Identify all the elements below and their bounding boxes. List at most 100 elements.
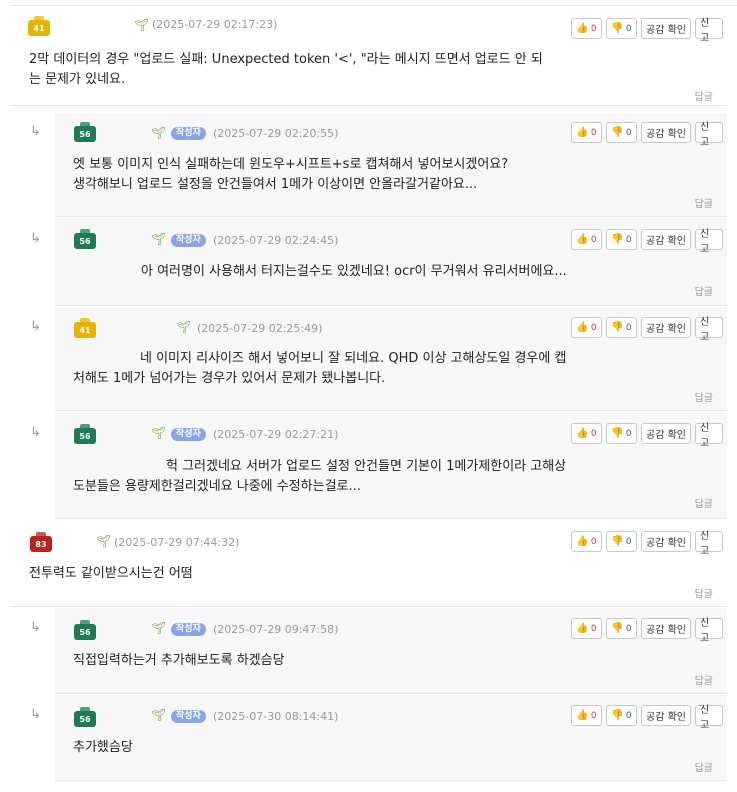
dislike-count: 0: [625, 127, 632, 138]
reply-link[interactable]: 답글: [695, 389, 713, 404]
reply-link[interactable]: 답글: [695, 672, 713, 687]
like-button[interactable]: 👍 0: [571, 705, 602, 726]
dislike-count: 0: [625, 428, 632, 439]
dislike-count: 0: [625, 710, 632, 721]
comment-date: (2025-07-29 02:27:21): [213, 428, 339, 441]
thumbs-up-icon: 👍: [576, 709, 589, 721]
like-button[interactable]: 👍 0: [571, 229, 602, 250]
reply-link[interactable]: 답글: [695, 88, 713, 103]
like-count: 0: [590, 127, 597, 138]
comment-text: 2막 데이터의 경우 "업로드 실패: Unexpected token '<'…: [29, 52, 543, 87]
reply-link[interactable]: 답글: [695, 283, 713, 298]
report-button[interactable]: 신고: [695, 531, 723, 557]
thumbs-up-icon: 👍: [576, 233, 589, 245]
reply-arrow-icon: ↳: [30, 319, 41, 334]
comment-date: (2025-07-29 02:25:49): [197, 322, 323, 335]
comment-section: 41 🌱︎ (2025-07-29 02:17:23) 👍 0 👎 0 공감 확인 …: [0, 0, 737, 792]
dislike-count: 0: [625, 234, 632, 245]
sprout-icon: 🌱︎: [176, 320, 192, 334]
author-badge: 작성자: [171, 623, 206, 636]
reply-item: 56 🌱︎ 작성자 (2025-07-29 02:24:45) 👍 0 👎 0 공감…: [55, 219, 727, 306]
agree-check-button[interactable]: 공감 확인: [641, 423, 691, 444]
thumbs-down-icon: 👎: [611, 427, 624, 439]
like-button[interactable]: 👍 0: [571, 122, 602, 143]
thumbs-down-icon: 👎: [611, 126, 624, 138]
agree-check-button[interactable]: 공감 확인: [641, 229, 691, 250]
reply-arrow-icon: ↳: [30, 425, 41, 440]
level-badge-icon: 56: [74, 620, 96, 640]
like-button[interactable]: 👍 0: [571, 317, 602, 338]
dislike-button[interactable]: 👎 0: [606, 122, 637, 143]
comment-actions: 👍 0 👎 0 공감 확인 신고: [571, 618, 723, 644]
comment-actions: 👍 0 👎 0 공감 확인 신고: [571, 423, 723, 449]
like-count: 0: [590, 23, 597, 34]
agree-check-button[interactable]: 공감 확인: [641, 705, 691, 726]
comment-date: (2025-07-29 02:20:55): [213, 127, 339, 140]
reply-arrow-icon: ↳: [30, 124, 41, 139]
dislike-button[interactable]: 👎 0: [606, 531, 637, 552]
reply-link[interactable]: 답글: [695, 585, 713, 600]
comment-actions: 👍 0 👎 0 공감 확인 신고: [571, 317, 723, 343]
author-badge: 작성자: [171, 127, 206, 140]
report-button[interactable]: 신고: [695, 423, 723, 449]
comment-date: (2025-07-29 09:47:58): [213, 623, 339, 636]
comment-actions: 👍 0 👎 0 공감 확인 신고: [571, 122, 723, 148]
report-button[interactable]: 신고: [695, 618, 723, 644]
like-button[interactable]: 👍 0: [571, 531, 602, 552]
divider: [10, 5, 737, 6]
reply-link[interactable]: 답글: [695, 495, 713, 510]
reply-item: 41 🌱︎ (2025-07-29 02:25:49) 👍 0 👎 0 공감 확인 …: [55, 307, 727, 411]
reply-item: 56 🌱︎ 작성자 (2025-07-29 02:20:55) 👍 0 👎 0 공감…: [55, 113, 727, 217]
level-badge-icon: 56: [74, 122, 96, 142]
like-button[interactable]: 👍 0: [571, 18, 602, 39]
comment-text: 엣 보통 이미지 인식 실패하는데 윈도우+시프트+s로 캡쳐해서 넣어보시겠어…: [73, 157, 509, 192]
comment-date: (2025-07-29 07:44:32): [114, 536, 240, 549]
sprout-icon: 🌱︎: [151, 232, 167, 246]
reply-arrow-icon: ↳: [30, 231, 41, 246]
dislike-button[interactable]: 👎 0: [606, 18, 637, 39]
report-button[interactable]: 신고: [695, 317, 723, 343]
level-badge-icon: 56: [74, 229, 96, 249]
thumbs-down-icon: 👎: [611, 535, 624, 547]
dislike-button[interactable]: 👎 0: [606, 423, 637, 444]
reply-link[interactable]: 답글: [695, 195, 713, 210]
report-button[interactable]: 신고: [695, 229, 723, 255]
reply-arrow-icon: ↳: [30, 707, 41, 722]
thumbs-down-icon: 👎: [611, 622, 624, 634]
like-button[interactable]: 👍 0: [571, 618, 602, 639]
agree-check-button[interactable]: 공감 확인: [641, 122, 691, 143]
reply-item: 56 🌱︎ 작성자 (2025-07-30 08:14:41) 👍 0 👎 0 공감…: [55, 695, 727, 781]
report-button[interactable]: 신고: [695, 18, 723, 44]
thumbs-up-icon: 👍: [576, 22, 589, 34]
thumbs-up-icon: 👍: [576, 427, 589, 439]
agree-check-button[interactable]: 공감 확인: [641, 618, 691, 639]
reply-link[interactable]: 답글: [695, 759, 713, 774]
sprout-icon: 🌱︎: [96, 534, 112, 548]
comment-text: 전투력도 같이받으시는건 어떰: [29, 566, 193, 581]
thumbs-down-icon: 👎: [611, 233, 624, 245]
dislike-button[interactable]: 👎 0: [606, 705, 637, 726]
author-badge: 작성자: [171, 710, 206, 723]
comment-actions: 👍 0 👎 0 공감 확인 신고: [571, 531, 723, 557]
dislike-button[interactable]: 👎 0: [606, 229, 637, 250]
comment-text: 직접입력하는거 추가해보도록 하겠슴당: [73, 653, 285, 668]
dislike-count: 0: [625, 536, 632, 547]
agree-check-button[interactable]: 공감 확인: [641, 317, 691, 338]
like-button[interactable]: 👍 0: [571, 423, 602, 444]
report-button[interactable]: 신고: [695, 122, 723, 148]
dislike-count: 0: [625, 322, 632, 333]
report-button[interactable]: 신고: [695, 705, 723, 731]
thumbs-down-icon: 👎: [611, 321, 624, 333]
dislike-button[interactable]: 👎 0: [606, 317, 637, 338]
comment-item: 83 🌱︎ (2025-07-29 07:44:32) 👍 0 👎 0 공감 확인 …: [10, 521, 727, 607]
thumbs-up-icon: 👍: [576, 622, 589, 634]
sprout-icon: 🌱︎: [151, 621, 167, 635]
dislike-button[interactable]: 👎 0: [606, 618, 637, 639]
agree-check-button[interactable]: 공감 확인: [641, 18, 691, 39]
thumbs-up-icon: 👍: [576, 126, 589, 138]
like-count: 0: [590, 623, 597, 634]
reply-item: 56 🌱︎ 작성자 (2025-07-29 09:47:58) 👍 0 👎 0 공감…: [55, 608, 727, 694]
level-badge-icon: 56: [74, 424, 96, 444]
agree-check-button[interactable]: 공감 확인: [641, 531, 691, 552]
comment-text: 네 이미지 리사이즈 해서 넣어보니 잘 되네요. QHD 이상 고해상도일 경…: [73, 351, 567, 386]
